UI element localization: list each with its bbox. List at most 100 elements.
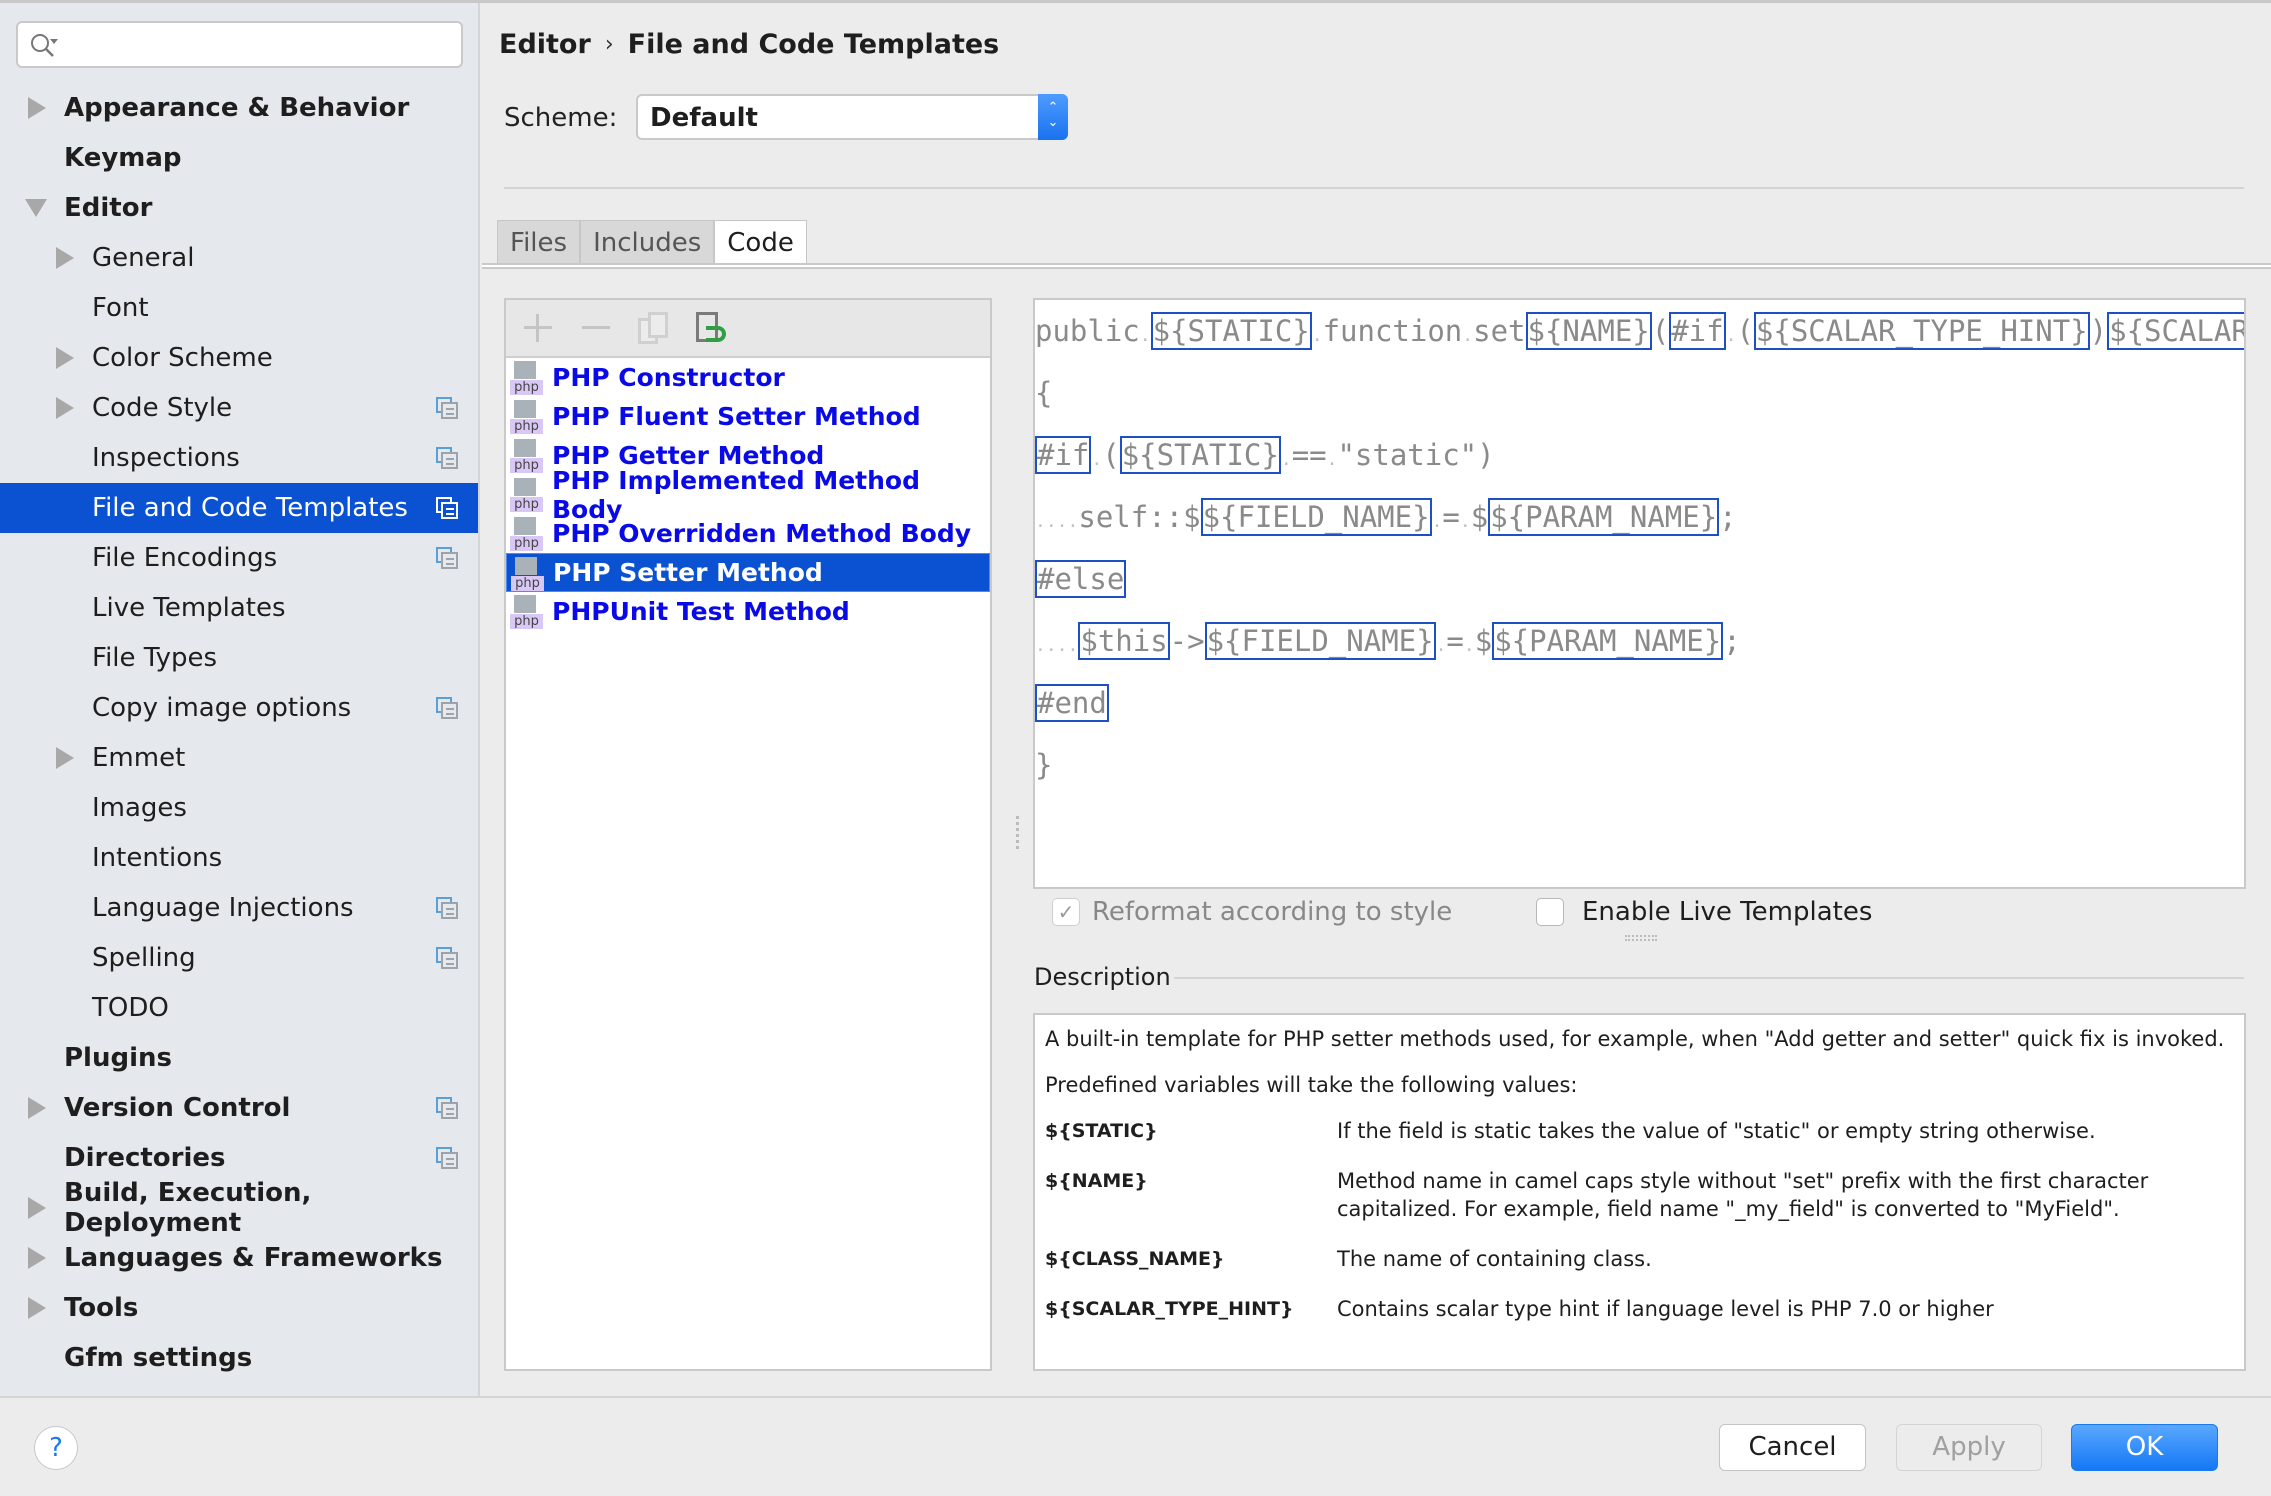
sidebar-item-emmet[interactable]: Emmet (0, 733, 478, 783)
sidebar-item-todo[interactable]: TODO (0, 983, 478, 1033)
code-line: { (1035, 362, 1052, 424)
sidebar-item-directories[interactable]: Directories (0, 1133, 478, 1183)
sidebar-item-file-and-code-templates[interactable]: File and Code Templates (0, 483, 478, 533)
expand-right-icon[interactable] (28, 97, 46, 119)
expand-right-icon[interactable] (28, 1197, 46, 1219)
cancel-button[interactable]: Cancel (1719, 1424, 1866, 1471)
sidebar-item-label: Color Scheme (92, 343, 273, 373)
splitter-handle-horizontal[interactable] (1625, 935, 1657, 941)
template-list-item[interactable]: php PHPUnit Test Method (506, 592, 990, 631)
sidebar-item-build-execution-deployment[interactable]: Build, Execution, Deployment (0, 1178, 478, 1238)
tab-includes[interactable]: Includes (580, 220, 715, 264)
template-variable: ${FIELD_NAME} (1204, 622, 1436, 660)
sidebar-item-tools[interactable]: Tools (0, 1283, 478, 1333)
live-templates-label: Enable Live Templates (1582, 897, 1873, 927)
expand-right-icon[interactable] (28, 1097, 46, 1119)
tab-files[interactable]: Files (497, 220, 581, 264)
template-variable: #else (1035, 560, 1127, 598)
sidebar-item-keymap[interactable]: Keymap (0, 133, 478, 183)
variable-name: ${SCALAR_TYPE_HINT} (1045, 1298, 1294, 1320)
template-list-item[interactable]: php PHP Overridden Method Body (506, 514, 990, 553)
apply-button[interactable]: Apply (1896, 1424, 2042, 1471)
code-line: public.${STATIC} .function.set${NAME}(#if… (1035, 300, 2244, 362)
sidebar-item-plugins[interactable]: Plugins (0, 1033, 478, 1083)
help-button[interactable]: ? (34, 1426, 78, 1470)
settings-tree: Appearance & Behavior Keymap Editor General… (0, 83, 478, 1383)
whitespace-marker: . (1326, 449, 1338, 470)
variable-description: Method name in camel caps style without … (1337, 1169, 2149, 1221)
reset-to-default-icon[interactable] (694, 310, 730, 346)
template-list-item[interactable]: php PHP Constructor (506, 358, 990, 397)
template-label: PHP Fluent Setter Method (552, 402, 921, 431)
sidebar-item-label: General (92, 243, 195, 273)
whitespace-marker: . (1311, 325, 1323, 346)
splitter-handle[interactable] (1014, 813, 1024, 853)
expand-right-icon[interactable] (56, 247, 74, 269)
whitespace-marker: . (1463, 635, 1475, 656)
live-templates-checkbox[interactable]: Enable Live Templates (1536, 897, 1872, 927)
project-scope-icon (436, 447, 458, 469)
code-line: #else (1035, 548, 1127, 610)
sidebar-item-language-injections[interactable]: Language Injections (0, 883, 478, 933)
sidebar-item-intentions[interactable]: Intentions (0, 833, 478, 883)
template-code-editor[interactable]: public.${STATIC} .function.set${NAME}(#if… (1033, 298, 2246, 889)
project-scope-icon (436, 697, 458, 719)
variable-row: ${NAME} Method name in camel caps style w… (1045, 1167, 2234, 1223)
sidebar-item-color-scheme[interactable]: Color Scheme (0, 333, 478, 383)
sidebar-item-label: TODO (92, 993, 169, 1023)
settings-search-input[interactable] (16, 21, 463, 68)
remove-icon[interactable] (578, 310, 614, 346)
sidebar-item-copy-image-options[interactable]: Copy image options (0, 683, 478, 733)
project-scope-icon (436, 397, 458, 419)
template-toolbar (506, 300, 990, 358)
scheme-select[interactable]: Default ⌃ ⌄ (636, 94, 1068, 140)
checkbox-unchecked[interactable] (1536, 898, 1564, 926)
ok-button[interactable]: OK (2071, 1424, 2218, 1471)
expand-right-icon[interactable] (28, 1297, 46, 1319)
sidebar-item-general[interactable]: General (0, 233, 478, 283)
sidebar-item-images[interactable]: Images (0, 783, 478, 833)
sidebar-item-inspections[interactable]: Inspections (0, 433, 478, 483)
breadcrumb-item-editor[interactable]: Editor (499, 29, 591, 60)
variable-name: ${STATIC} (1045, 1120, 1158, 1142)
sidebar-item-appearance-behavior[interactable]: Appearance & Behavior (0, 83, 478, 133)
sidebar-item-code-style[interactable]: Code Style (0, 383, 478, 433)
tab-code[interactable]: Code (714, 220, 807, 264)
sidebar-item-label: Version Control (64, 1093, 291, 1123)
description-intro: A built-in template for PHP setter metho… (1045, 1027, 2225, 1051)
template-label: PHPUnit Test Method (552, 597, 850, 626)
sidebar-item-version-control[interactable]: Version Control (0, 1083, 478, 1133)
sidebar-item-live-templates[interactable]: Live Templates (0, 583, 478, 633)
sidebar-item-label: Spelling (92, 943, 196, 973)
template-list-item[interactable]: php PHP Setter Method (506, 553, 990, 592)
expand-down-icon[interactable] (25, 199, 47, 217)
expand-right-icon[interactable] (56, 347, 74, 369)
template-variable: ${PARAM_NAME} (1492, 622, 1724, 660)
whitespace-marker: . (1431, 511, 1443, 532)
description-predefined: Predefined variables will take the follo… (1045, 1073, 1578, 1097)
template-label: PHP Overridden Method Body (552, 519, 972, 548)
sidebar-item-font[interactable]: Font (0, 283, 478, 333)
whitespace-marker: .... (1035, 511, 1079, 532)
sidebar-item-label: File and Code Templates (92, 493, 408, 523)
divider (504, 187, 2244, 189)
code-text: "static") (1337, 438, 1495, 472)
sidebar-item-languages-frameworks[interactable]: Languages & Frameworks (0, 1233, 478, 1283)
template-list-item[interactable]: php PHP Fluent Setter Method (506, 397, 990, 436)
copy-icon[interactable] (636, 310, 672, 346)
variable-list: ${STATIC} If the field is static takes th… (1045, 1117, 2234, 1323)
template-list-item[interactable]: php PHP Implemented Method Body (506, 466, 990, 524)
sidebar-item-file-types[interactable]: File Types (0, 633, 478, 683)
sidebar-item-gfm-settings[interactable]: Gfm settings (0, 1333, 478, 1383)
sidebar-item-editor[interactable]: Editor (0, 183, 478, 233)
expand-right-icon[interactable] (56, 397, 74, 419)
sidebar-item-spelling[interactable]: Spelling (0, 933, 478, 983)
project-scope-icon (436, 1147, 458, 1169)
expand-right-icon[interactable] (56, 747, 74, 769)
template-variable: #end (1035, 684, 1109, 722)
main-panel: Editor › File and Code Templates Scheme:… (482, 3, 2271, 1396)
search-icon (31, 34, 58, 57)
add-icon[interactable] (520, 310, 556, 346)
expand-right-icon[interactable] (28, 1247, 46, 1269)
sidebar-item-file-encodings[interactable]: File Encodings (0, 533, 478, 583)
